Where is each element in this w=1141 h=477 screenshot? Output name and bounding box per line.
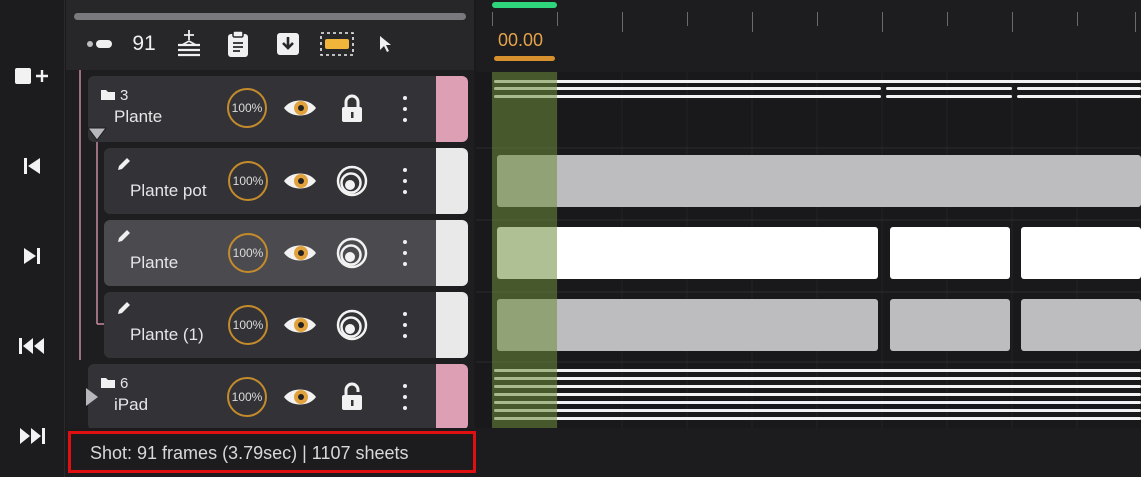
folder-summary-line [494,385,1141,388]
step-back-icon[interactable] [12,146,52,186]
pencil-icon [118,302,130,314]
folder-summary-line [494,80,1141,83]
eye-icon[interactable] [283,314,317,336]
eye-icon[interactable] [283,97,317,119]
ruler-tick [947,12,948,26]
layer-name: Plante pot [130,181,207,200]
eye-icon[interactable] [283,170,317,192]
ruler-tick [1135,12,1136,32]
current-time: 00.00 [498,30,544,50]
opacity-dial[interactable]: 100% [227,377,267,417]
folder-summary-line [494,401,1141,404]
layer-color-swatch[interactable] [436,292,468,358]
eye-icon[interactable] [283,242,317,264]
layer-scrollbar[interactable] [74,13,466,20]
unlock-icon[interactable] [340,382,364,412]
import-icon[interactable] [272,30,304,58]
expand-triangle-icon[interactable] [84,386,100,408]
ruler-tick [1012,12,1013,32]
current-time-underline [494,56,555,61]
folder-icon [101,378,115,388]
layer-menu-icon[interactable] [400,168,410,194]
step-forward-icon[interactable] [12,236,52,276]
lock-icon[interactable] [340,94,364,124]
layer-menu-icon[interactable] [400,96,410,122]
rewind-icon[interactable] [12,326,52,366]
onion-skin-icon[interactable] [336,237,368,269]
layer-name: iPad [114,395,149,414]
layer-number: 6 [120,375,129,392]
ruler-tick [817,12,818,26]
exposure-cell[interactable] [890,227,1010,279]
exposure-cell[interactable] [1021,299,1141,351]
layer-color-swatch[interactable] [436,148,468,214]
ruler-tick [492,12,493,26]
folder-summary-line [494,417,1141,420]
exposure-cell[interactable] [497,155,1141,207]
layer-menu-icon[interactable] [400,312,410,338]
add-frame-icon[interactable] [12,56,52,96]
onion-dots-icon[interactable] [84,30,114,58]
folder-icon [101,90,115,100]
frame-count[interactable]: 91 [128,30,160,58]
layer-color-swatch[interactable] [436,364,468,430]
paste-icon[interactable] [222,30,254,58]
exposure-cell[interactable] [1021,227,1141,279]
ruler-tick [882,12,883,32]
add-layer-stack-icon[interactable] [172,30,206,58]
ruler-tick [752,12,753,32]
opacity-dial[interactable]: 100% [227,88,267,128]
layer-color-swatch[interactable] [436,76,468,142]
layer-name: Plante [114,107,163,126]
opacity-dial[interactable]: 100% [228,233,268,273]
layer-menu-icon[interactable] [400,384,410,410]
time-ruler[interactable] [476,0,1141,73]
ruler-tick [687,12,688,26]
folder-summary-line [886,87,1012,90]
folder-summary-line [494,393,1141,396]
layer-color-swatch[interactable] [436,220,468,286]
layer-name: Plante (1) [130,325,204,344]
layer-menu-icon[interactable] [400,240,410,266]
left-navigation [0,0,65,477]
ruler-tick [557,12,558,26]
collapse-triangle-icon[interactable] [86,127,108,141]
ruler-tick [1077,12,1078,26]
pencil-icon [118,158,130,170]
opacity-dial[interactable]: 100% [228,305,268,345]
onion-skin-icon[interactable] [336,165,368,197]
opacity-dial[interactable]: 100% [228,161,268,201]
folder-summary-line [494,409,1141,412]
layer-number: 3 [120,87,129,104]
folder-summary-line [494,377,1141,380]
playhead-column [492,72,557,428]
folder-summary-line [1017,87,1141,90]
selection-rect-icon[interactable] [318,30,356,58]
fast-forward-icon[interactable] [12,416,52,456]
pointer-icon[interactable] [374,30,398,58]
folder-summary-line [1017,95,1141,98]
layer-name: Plante [130,253,179,272]
ruler-tick [622,12,623,32]
eye-icon[interactable] [283,386,317,408]
exposure-cell[interactable] [890,299,1010,351]
folder-summary-line [494,369,1141,372]
pencil-icon [118,230,130,242]
shot-info-text: Shot: 91 frames (3.79sec) | 1107 sheets [90,443,409,463]
onion-skin-icon[interactable] [336,309,368,341]
playhead-handle[interactable] [492,2,557,8]
folder-summary-line [886,95,1012,98]
